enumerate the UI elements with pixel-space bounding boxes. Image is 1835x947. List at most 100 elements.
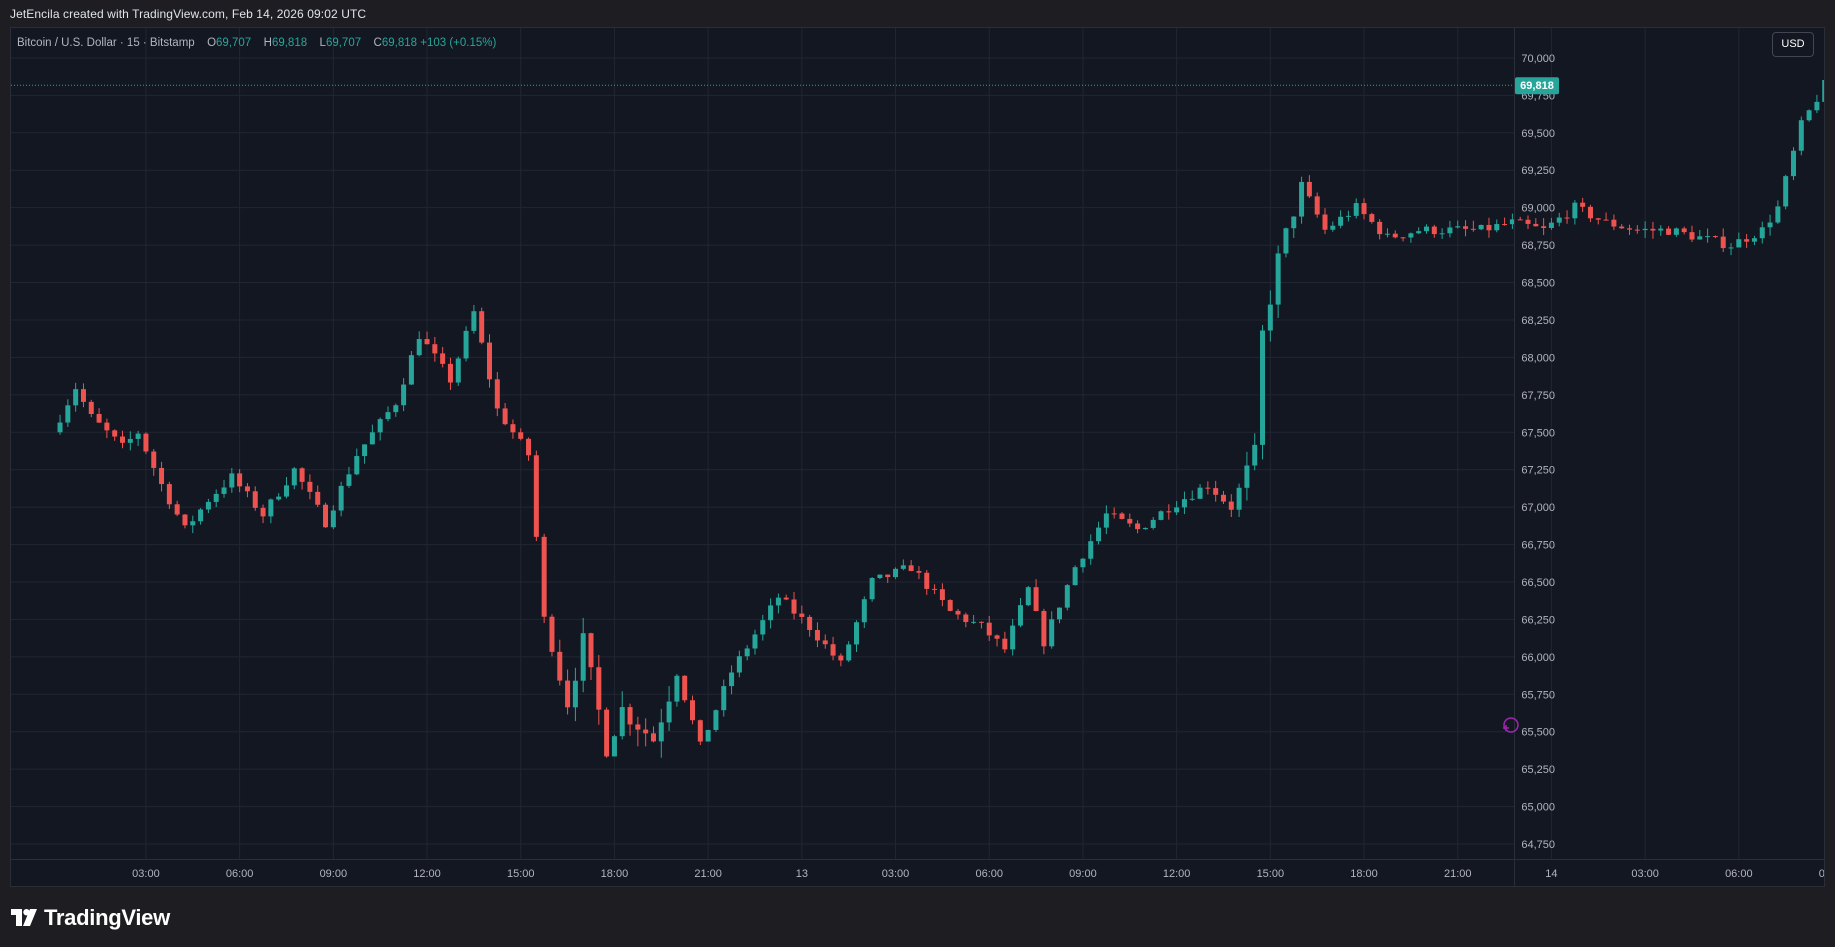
candle-body [432,344,438,354]
candle-body [924,572,930,589]
candle-body [307,481,313,492]
candle-body [650,733,656,742]
time-tick-label: 12:00 [1163,868,1191,880]
candlestick-chart[interactable]: 64,750 65,000 65,250 65,500 65,750 66,000 66,2… [11,28,1824,886]
last-price-label: 69,818 [1520,80,1554,92]
candle-body [96,413,102,423]
candle-body [1502,224,1508,226]
candle-body [1299,181,1305,217]
candle-body [1384,233,1390,235]
candle-body [1681,228,1687,233]
candle-body [1041,610,1047,647]
candle-body [775,597,781,606]
candle-body [853,622,859,645]
candle-body [939,589,945,601]
tradingview-branding[interactable]: TradingView [11,905,170,931]
candle-body [1494,224,1500,231]
price-tick-label: 66,750 [1521,540,1555,552]
candle-body [596,667,602,710]
price-tick-label: 66,000 [1521,652,1555,664]
candle-body [244,486,250,492]
candle-body [658,722,664,742]
candle-body [1158,511,1164,520]
candle-body [1025,587,1031,606]
candle-body [1228,501,1234,510]
candle-body [65,405,71,423]
candle-body [416,339,422,356]
candle-body [1587,206,1593,219]
candle-body [1619,226,1625,229]
candle-body [127,438,133,443]
price-tick-label: 65,500 [1521,727,1555,739]
high-label: H [263,37,272,49]
candle-body [1338,216,1344,226]
candle-body [1572,202,1578,219]
candle-body [729,672,735,687]
candle-body [1072,567,1078,586]
candle-body [502,408,508,425]
candle-body [760,620,766,635]
candle-body [1369,214,1375,222]
symbol-legend: Bitcoin / U.S. Dollar · 15 · Bitstamp O6… [17,37,496,49]
candle-body [57,422,63,433]
candle-body [916,571,922,573]
candle-body [1712,236,1718,238]
candle-body [861,599,867,623]
tradingview-logo-icon [11,909,37,926]
candle-body [1470,228,1476,230]
candle-body [229,473,235,488]
candle-body [713,710,719,730]
price-tick-label: 66,250 [1521,614,1555,626]
time-tick-label: 03:00 [132,868,160,880]
price-tick-label: 65,750 [1521,689,1555,701]
candle-body [604,709,610,757]
candle-body [174,504,180,515]
candle-body [963,614,969,623]
candle-body [447,363,453,383]
candle-body [1798,120,1804,151]
candle-body [299,468,305,482]
candle-body [1283,228,1289,254]
candle-body [1790,150,1796,177]
candles [57,79,1824,758]
candle-body [510,424,516,433]
candle-body [104,422,110,431]
close-label: C [373,37,382,49]
candle-body [393,405,399,413]
candle-body [1751,238,1757,242]
candle-body [635,724,641,730]
time-tick-label: 21:00 [1444,868,1472,880]
candle-body [1244,465,1250,488]
candle-body [1478,224,1484,230]
candle-body [143,433,149,452]
price-tick-label: 67,750 [1521,390,1555,402]
candle-body [893,568,899,578]
candle-body [791,599,797,614]
candle-body [1705,236,1711,238]
time-tick-label: 12:00 [413,868,441,880]
candle-body [1783,176,1789,207]
candle-body [666,701,672,723]
candle-body [73,389,79,406]
chart-panel[interactable]: 64,750 65,000 65,250 65,500 65,750 66,000 66,2… [10,27,1825,887]
change-value: +103 (+0.15%) [420,37,497,49]
brand-name: TradingView [44,905,170,930]
candle-body [627,707,633,725]
currency-button[interactable]: USD [1772,32,1814,57]
candle-body [1759,227,1765,239]
candle-body [1650,228,1656,231]
candle-body [674,675,680,702]
candle-body [955,610,961,615]
candle-body [690,700,696,721]
time-tick-label: 13 [796,868,808,880]
candle-body [1064,585,1070,608]
candle-body [221,487,227,494]
candle-body [440,353,446,364]
candle-body [377,419,383,433]
price-tick-label: 68,000 [1521,352,1555,364]
alert-plus-icon[interactable] [1503,717,1519,733]
candle-body [565,680,571,708]
price-tick-label: 66,500 [1521,577,1555,589]
candle-body [1236,487,1242,510]
chart-caption: JetEncila created with TradingView.com, … [10,7,367,21]
